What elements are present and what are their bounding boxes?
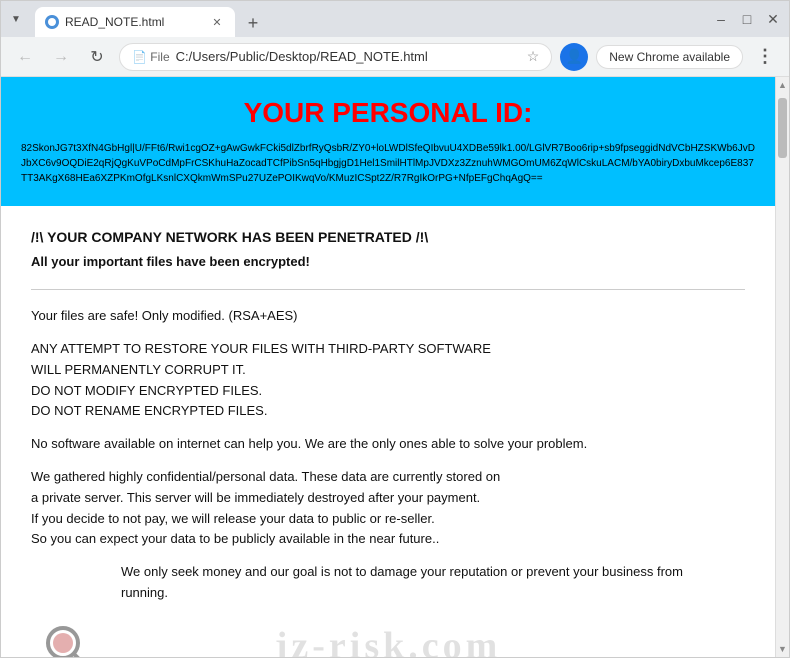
- body-paragraph-2: ANY ATTEMPT TO RESTORE YOUR FILES WITH T…: [31, 339, 745, 422]
- scrollbar[interactable]: ▲ ▼: [775, 77, 789, 657]
- body-subheading: All your important files have been encry…: [31, 252, 745, 273]
- tab-area: READ_NOTE.html ✕ +: [35, 1, 701, 37]
- scroll-thumb[interactable]: [778, 98, 787, 158]
- url-text: C:/Users/Public/Desktop/READ_NOTE.html: [176, 49, 521, 64]
- window-controls: – □ ✕: [705, 11, 781, 27]
- body-paragraph-5: We only seek money and our goal is not t…: [61, 562, 715, 604]
- tab-left-controls: ▼: [9, 12, 31, 26]
- tab-close-button[interactable]: ✕: [209, 14, 225, 30]
- close-button[interactable]: ✕: [765, 11, 781, 27]
- back-button[interactable]: ←: [11, 43, 39, 71]
- more-options-button[interactable]: ⋮: [751, 43, 779, 71]
- scroll-down-arrow[interactable]: ▼: [776, 641, 790, 657]
- divider-1: [31, 289, 745, 290]
- body-paragraph-1: Your files are safe! Only modified. (RSA…: [31, 306, 745, 327]
- tab-favicon: [45, 15, 59, 29]
- new-chrome-button[interactable]: New Chrome available: [596, 45, 743, 69]
- tab-title: READ_NOTE.html: [65, 15, 203, 29]
- bookmark-icon[interactable]: ☆: [527, 48, 540, 65]
- maximize-button[interactable]: □: [739, 11, 755, 27]
- tab-back-control[interactable]: ▼: [9, 12, 23, 26]
- watermark-area: We only seek money and our goal is not t…: [31, 562, 745, 657]
- scroll-up-arrow[interactable]: ▲: [776, 77, 790, 93]
- paragraph-2-line-1: ANY ATTEMPT TO RESTORE YOUR FILES WITH T…: [31, 341, 491, 356]
- body-paragraph-3: No software available on internet can he…: [31, 434, 745, 455]
- browser-window: ▼ READ_NOTE.html ✕ + – □ ✕ ← → ↻ 📄 File …: [0, 0, 790, 658]
- paragraph-2-line-2: WILL PERMANENTLY CORRUPT IT.: [31, 362, 246, 377]
- active-tab[interactable]: READ_NOTE.html ✕: [35, 7, 235, 37]
- title-bar: ▼ READ_NOTE.html ✕ + – □ ✕: [1, 1, 789, 37]
- url-bar[interactable]: 📄 File C:/Users/Public/Desktop/READ_NOTE…: [119, 43, 552, 71]
- content-area: YOUR PERSONAL ID: 82SkonJG7t3XfN4GbHgl|U…: [1, 77, 789, 657]
- page-content: YOUR PERSONAL ID: 82SkonJG7t3XfN4GbHgl|U…: [1, 77, 775, 657]
- refresh-button[interactable]: ↻: [83, 43, 111, 71]
- ransomware-header: YOUR PERSONAL ID: 82SkonJG7t3XfN4GbHgl|U…: [1, 77, 775, 206]
- ransomware-title: YOUR PERSONAL ID:: [21, 97, 755, 129]
- address-bar: ← → ↻ 📄 File C:/Users/Public/Desktop/REA…: [1, 37, 789, 77]
- ransomware-body: /!\ YOUR COMPANY NETWORK HAS BEEN PENETR…: [1, 206, 775, 657]
- forward-button[interactable]: →: [47, 43, 75, 71]
- minimize-button[interactable]: –: [713, 11, 729, 27]
- personal-id-text: 82SkonJG7t3XfN4GbHgl|U/FFt6/Rwi1cgOZ+gAw…: [21, 141, 755, 186]
- paragraph-5-text: We only seek money and our goal is not t…: [121, 562, 715, 604]
- paragraph-2-line-4: DO NOT RENAME ENCRYPTED FILES.: [31, 403, 267, 418]
- profile-button[interactable]: 👤: [560, 43, 588, 71]
- new-tab-button[interactable]: +: [239, 9, 267, 37]
- file-icon: 📄 File: [132, 50, 170, 64]
- paragraph-2-line-3: DO NOT MODIFY ENCRYPTED FILES.: [31, 383, 262, 398]
- scroll-track: [776, 93, 789, 641]
- body-paragraph-4: We gathered highly confidential/personal…: [31, 467, 745, 550]
- body-heading: /!\ YOUR COMPANY NETWORK HAS BEEN PENETR…: [31, 226, 745, 248]
- watermark-container: jz-risk.com: [61, 616, 715, 656]
- watermark-text: jz-risk.com: [275, 616, 502, 657]
